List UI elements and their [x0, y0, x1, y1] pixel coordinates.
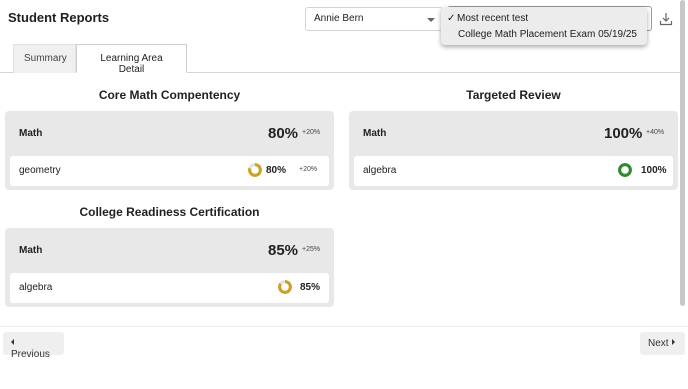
row-label: algebra: [19, 282, 53, 293]
caret-right-icon: [671, 339, 675, 345]
chevron-down-icon: [427, 18, 435, 22]
progress-ring: [618, 163, 632, 177]
scrollbar[interactable]: [680, 0, 685, 306]
next-button[interactable]: Next: [640, 332, 685, 355]
card-header: Math 100% +40%: [349, 111, 678, 155]
section-title-core: Core Math Compentency: [98, 88, 241, 102]
tab-learning-area-detail[interactable]: Learning Area Detail: [76, 44, 187, 75]
card-targeted-review: Math 100% +40% algebra 100%: [349, 111, 678, 190]
progress-ring: [248, 163, 262, 177]
card-core-math: Math 80% +20% geometry 80% +20%: [5, 111, 334, 190]
subject-percent: 85%: [268, 242, 299, 259]
subject-label: Math: [19, 245, 43, 256]
subject-label: Math: [363, 128, 387, 139]
menu-item-most-recent[interactable]: ✓ Most recent test: [447, 13, 528, 27]
download-icon[interactable]: [659, 12, 673, 26]
subject-delta: +20%: [302, 129, 321, 136]
row-label: algebra: [363, 165, 397, 176]
row-percent: 85%: [300, 282, 321, 293]
row-delta: +20%: [299, 166, 318, 173]
student-select-value: Annie Bern: [314, 13, 364, 24]
card-header: Math 80% +20%: [5, 111, 334, 155]
caret-left-icon: [11, 339, 14, 345]
subject-percent: 100%: [604, 125, 643, 142]
section-title-readiness: College Readiness Certification: [79, 205, 260, 219]
subject-delta: +25%: [302, 246, 321, 253]
list-item: algebra 100%: [354, 156, 673, 186]
footer-divider: [0, 326, 688, 327]
row-percent: 80%: [266, 165, 287, 176]
page-title: Student Reports: [8, 10, 110, 25]
subject-delta: +40%: [646, 129, 665, 136]
list-item: geometry 80% +20%: [10, 156, 329, 186]
student-select[interactable]: Annie Bern: [305, 7, 443, 31]
previous-button[interactable]: Previous: [3, 332, 64, 360]
menu-item-placement-exam[interactable]: College Math Placement Exam 05/19/25: [458, 29, 637, 43]
subject-label: Math: [19, 128, 43, 139]
student-reports-page: Student Reports Annie Bern ✓ Most recent …: [0, 0, 688, 389]
tab-summary[interactable]: Summary: [13, 44, 76, 73]
section-title-targeted: Targeted Review: [466, 88, 561, 102]
progress-ring: [278, 280, 292, 294]
row-label: geometry: [19, 165, 61, 176]
check-icon: ✓: [447, 13, 456, 24]
card-college-readiness: Math 85% +25% algebra 85%: [5, 228, 334, 307]
subject-percent: 80%: [268, 125, 299, 142]
card-header: Math 85% +25%: [5, 228, 334, 272]
list-item: algebra 85%: [10, 273, 329, 303]
test-select-menu: ✓ Most recent test College Math Placement…: [441, 7, 647, 45]
row-percent: 100%: [641, 165, 667, 176]
